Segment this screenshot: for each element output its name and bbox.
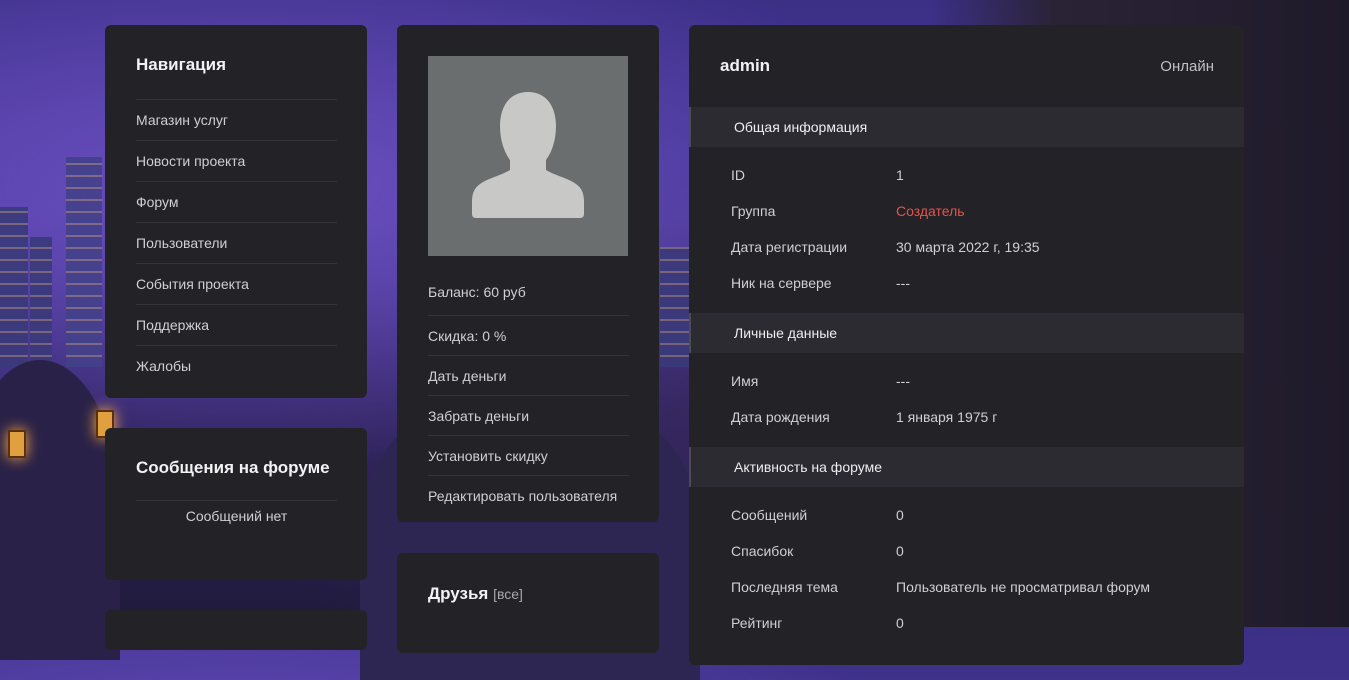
info-key-id: ID: [731, 167, 745, 183]
section-forum-activity: Активность на форуме: [689, 447, 1244, 487]
friends-all-link[interactable]: [все]: [493, 586, 523, 602]
info-key-thanks: Спасибок: [731, 543, 794, 559]
discount-text: Скидка: 0 %: [428, 316, 629, 356]
info-value-last-topic: Пользователь не просматривал форум: [896, 579, 1150, 595]
nav-item-news[interactable]: Новости проекта: [136, 140, 337, 181]
friends-title: Друзья [все]: [428, 584, 629, 604]
info-key-nickname: Ник на сервере: [731, 275, 832, 291]
forum-messages-title: Сообщения на форуме: [136, 458, 330, 477]
info-key-group: Группа: [731, 203, 776, 219]
user-info-header: admin Онлайн: [689, 25, 1244, 107]
take-money-link[interactable]: Забрать деньги: [428, 396, 629, 436]
info-key-birthdate: Дата рождения: [731, 409, 830, 425]
nav-item-complaints[interactable]: Жалобы: [136, 345, 337, 386]
info-key-last-topic: Последняя тема: [731, 579, 838, 595]
section-general-info: Общая информация: [689, 107, 1244, 147]
info-value-name: ---: [896, 373, 910, 389]
info-value-nickname: ---: [896, 275, 910, 291]
navigation-title: Навигация: [136, 55, 226, 74]
info-value-thanks: 0: [896, 543, 904, 559]
nav-item-forum[interactable]: Форум: [136, 181, 337, 222]
info-key-messages: Сообщений: [731, 507, 808, 523]
info-row: Сообщений 0: [689, 497, 1244, 533]
set-discount-link[interactable]: Установить скидку: [428, 436, 629, 476]
username: admin: [720, 56, 771, 75]
user-silhouette-icon: [472, 92, 584, 218]
bottom-card-partial: [105, 610, 367, 650]
balance-text: Баланс: 60 руб: [428, 276, 629, 316]
friends-title-text: Друзья: [428, 584, 489, 603]
nav-item-support[interactable]: Поддержка: [136, 304, 337, 345]
edit-user-link[interactable]: Редактировать пользователя: [428, 476, 629, 516]
info-row: Ник на сервере ---: [689, 265, 1244, 301]
nav-item-events[interactable]: События проекта: [136, 263, 337, 304]
info-key-rating: Рейтинг: [731, 615, 783, 631]
info-row: Спасибок 0: [689, 533, 1244, 569]
info-key-registered: Дата регистрации: [731, 239, 848, 255]
avatar: [428, 56, 628, 256]
info-row: Имя ---: [689, 363, 1244, 399]
online-status: Онлайн: [1160, 57, 1214, 75]
info-row: Группа Создатель: [689, 193, 1244, 229]
forum-messages-empty: Сообщений нет: [136, 500, 337, 524]
forum-messages-card: Сообщения на форуме Сообщений нет: [105, 428, 367, 580]
info-row: Последняя тема Пользователь не просматри…: [689, 569, 1244, 605]
profile-card: Баланс: 60 руб Скидка: 0 % Дать деньги З…: [397, 25, 659, 522]
friends-card: Друзья [все]: [397, 553, 659, 653]
info-value-messages: 0: [896, 507, 904, 523]
nav-item-users[interactable]: Пользователи: [136, 222, 337, 263]
user-info-card: admin Онлайн Общая информация ID 1 Групп…: [689, 25, 1244, 665]
section-personal-data: Личные данные: [689, 313, 1244, 353]
info-value-registered: 30 марта 2022 г, 19:35: [896, 239, 1040, 255]
navigation-card: Навигация Магазин услуг Новости проекта …: [105, 25, 367, 398]
give-money-link[interactable]: Дать деньги: [428, 356, 629, 396]
info-row: ID 1: [689, 157, 1244, 193]
nav-item-shop[interactable]: Магазин услуг: [136, 99, 337, 140]
info-row: Рейтинг 0: [689, 605, 1244, 641]
info-value-id: 1: [896, 167, 904, 183]
info-key-name: Имя: [731, 373, 759, 389]
info-value-rating: 0: [896, 615, 904, 631]
info-value-group: Создатель: [896, 203, 965, 219]
info-row: Дата регистрации 30 марта 2022 г, 19:35: [689, 229, 1244, 265]
info-value-birthdate: 1 января 1975 г: [896, 409, 998, 425]
info-row: Дата рождения 1 января 1975 г: [689, 399, 1244, 435]
